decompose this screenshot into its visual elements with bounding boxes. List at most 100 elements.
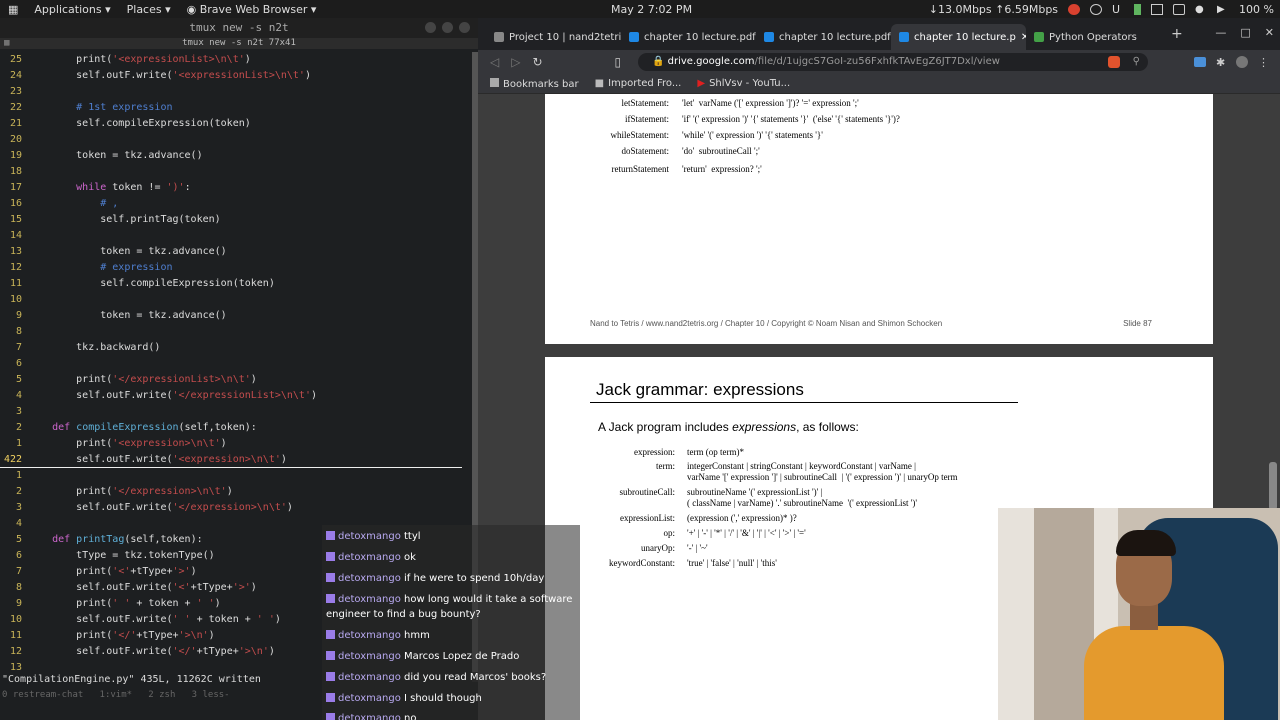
maximize-button[interactable]	[442, 22, 453, 33]
code-line[interactable]: 22 # 1st expression	[0, 100, 462, 116]
code-line[interactable]: 5 print('</expressionList>\n\t')	[0, 372, 462, 388]
tab-label: Project 10 | nand2tetris	[509, 31, 621, 43]
code-line[interactable]: 25 print('<expressionList>\n\t')	[0, 52, 462, 68]
brave-shield-icon[interactable]	[1108, 56, 1120, 68]
code-line[interactable]: 12 # expression	[0, 260, 462, 276]
chat-text: ttyl	[400, 531, 421, 542]
code-line[interactable]: 3	[0, 404, 462, 420]
code-line[interactable]: 15 self.printTag(token)	[0, 212, 462, 228]
code-token: '>\n'	[178, 630, 209, 641]
battery-tray-icon[interactable]	[1134, 3, 1142, 15]
u-icon[interactable]: U	[1112, 4, 1124, 15]
code-line[interactable]: 16 # ,	[0, 196, 462, 212]
code-line[interactable]: 2 def compileExpression (self,token):	[0, 420, 462, 436]
bookmark-icon[interactable]: ▯	[615, 55, 622, 69]
code-line[interactable]: 13 token = tkz.advance()	[0, 244, 462, 260]
url-bar[interactable]: 🔒 drive.google.com/file/d/1ujgcS7GoI-zu5…	[638, 53, 1148, 71]
back-icon[interactable]: ◁	[490, 55, 499, 69]
bookmark-youtube-label: ShlVsv - YouTu...	[709, 78, 791, 89]
line-number: 3	[15, 406, 22, 417]
code-token: ')'	[166, 182, 185, 193]
bookmark-youtube[interactable]: ▶ ShlVsv - YouTu...	[697, 78, 790, 89]
code-token: '<'	[112, 566, 131, 577]
browser-app-menu[interactable]: ◉ Brave Web Browser ▾	[179, 3, 325, 16]
tab-favicon-icon	[764, 32, 774, 42]
code-line[interactable]: 11 self.compileExpression(token)	[0, 276, 462, 292]
terminal-menu-icon[interactable]: ▦	[4, 38, 9, 49]
chat-text: ok	[400, 552, 416, 563]
code-line[interactable]: 9 token = tkz.advance()	[0, 308, 462, 324]
line-number: 6	[15, 358, 22, 369]
record-icon[interactable]	[1068, 3, 1081, 15]
reload-icon[interactable]: ↻	[532, 55, 542, 69]
code-token: tType = tkz.tokenType()	[28, 550, 215, 561]
line-number: 7	[15, 342, 22, 353]
new-tab-button[interactable]: +	[1171, 26, 1183, 42]
code-line[interactable]: 21 self.compileExpression(token)	[0, 116, 462, 132]
code-token: )	[220, 438, 227, 449]
code-line[interactable]: 20	[0, 132, 462, 148]
pdf-page-87: letStatement: 'let' varName ('[' expressi…	[545, 94, 1213, 344]
code-token: print(	[28, 438, 113, 449]
url-path: /file/d/1ujgcS7GoI-zu56FxhfkTAvEgZ6JT7Dx…	[754, 56, 1000, 67]
line-number: 24	[9, 70, 22, 81]
bookmark-imported[interactable]: ■ Imported Fro...	[595, 78, 682, 89]
code-line[interactable]: 23	[0, 84, 462, 100]
code-line[interactable]: 2 print('</expression>\n\t')	[0, 484, 462, 500]
network-icon[interactable]	[1173, 3, 1186, 15]
browser-tab[interactable]: chapter 10 lecture.pdf	[621, 24, 756, 50]
browser-tab[interactable]: Project 10 | nand2tetris	[486, 24, 621, 50]
line-number: 17	[9, 182, 22, 193]
code-line[interactable]: 3 self.outF.write('</expression>\n\t')	[0, 500, 462, 516]
line-number: 11	[9, 278, 22, 289]
grammar-rule-definition: integerConstant | stringConstant | keywo…	[687, 461, 916, 471]
places-menu[interactable]: Places ▾	[119, 3, 179, 16]
chat-badge-icon	[326, 594, 335, 603]
line-number: 4	[15, 518, 22, 529]
bookmark-bookmarks-bar[interactable]: Bookmarks bar	[490, 77, 579, 90]
code-token: + token +	[130, 598, 197, 609]
code-token: token = tkz.advance()	[28, 310, 227, 321]
chat-badge-icon	[326, 672, 335, 681]
apps-grid-icon[interactable]: ▦	[0, 3, 26, 16]
code-line[interactable]: 1	[0, 468, 462, 484]
line-number: 21	[9, 118, 22, 129]
forward-icon[interactable]: ▷	[511, 55, 520, 69]
settings-icon[interactable]	[1090, 3, 1103, 15]
zoom-icon[interactable]: ⚲	[1133, 53, 1140, 71]
code-line[interactable]: 19 token = tkz.advance()	[0, 148, 462, 164]
close-button[interactable]	[459, 22, 470, 33]
code-line-current[interactable]: 422 self.outF.write('<expression>\n\t')	[0, 452, 462, 468]
menu-icon[interactable]: ⋮	[1258, 56, 1269, 69]
chat-username: detoxmango	[338, 594, 401, 605]
minimize-button[interactable]	[425, 22, 436, 33]
profile-icon[interactable]	[1236, 56, 1248, 68]
window-minimize-icon[interactable]: —	[1215, 26, 1226, 39]
window-close-icon[interactable]: ✕	[1265, 26, 1274, 39]
code-line[interactable]: 14	[0, 228, 462, 244]
applications-menu[interactable]: Applications ▾	[26, 3, 118, 16]
media-icon[interactable]	[1194, 57, 1206, 67]
code-line[interactable]: 8	[0, 324, 462, 340]
pdf-scrollbar-thumb[interactable]	[1269, 462, 1277, 510]
extensions-icon[interactable]: ✱	[1216, 56, 1225, 69]
code-line[interactable]: 1 print('<expression>\n\t')	[0, 436, 462, 452]
browser-tab[interactable]: chapter 10 lecture.pdf	[756, 24, 891, 50]
browser-tab[interactable]: Python Operators	[1026, 24, 1161, 50]
browser-tab[interactable]: chapter 10 lecture.p ✕	[891, 24, 1026, 50]
chat-text: Marcos Lopez de Prado	[400, 651, 520, 662]
code-line[interactable]: 18	[0, 164, 462, 180]
screen-icon[interactable]	[1151, 3, 1164, 15]
line-number: 1	[15, 438, 22, 449]
code-line[interactable]: 24 self.outF.write('<expressionList>\n\t…	[0, 68, 462, 84]
code-line[interactable]: 4 self.outF.write('</expressionList>\n\t…	[0, 388, 462, 404]
code-token: # 1st expression	[28, 102, 173, 113]
code-line[interactable]: 10	[0, 292, 462, 308]
microphone-icon[interactable]: ●	[1195, 4, 1207, 15]
code-line[interactable]: 6	[0, 356, 462, 372]
volume-icon[interactable]: ▶	[1217, 4, 1229, 15]
window-maximize-icon[interactable]: □	[1240, 26, 1250, 39]
code-line[interactable]: 17 while token != ')':	[0, 180, 462, 196]
clock[interactable]: May 2 7:02 PM	[603, 3, 700, 16]
code-line[interactable]: 7 tkz.backward()	[0, 340, 462, 356]
